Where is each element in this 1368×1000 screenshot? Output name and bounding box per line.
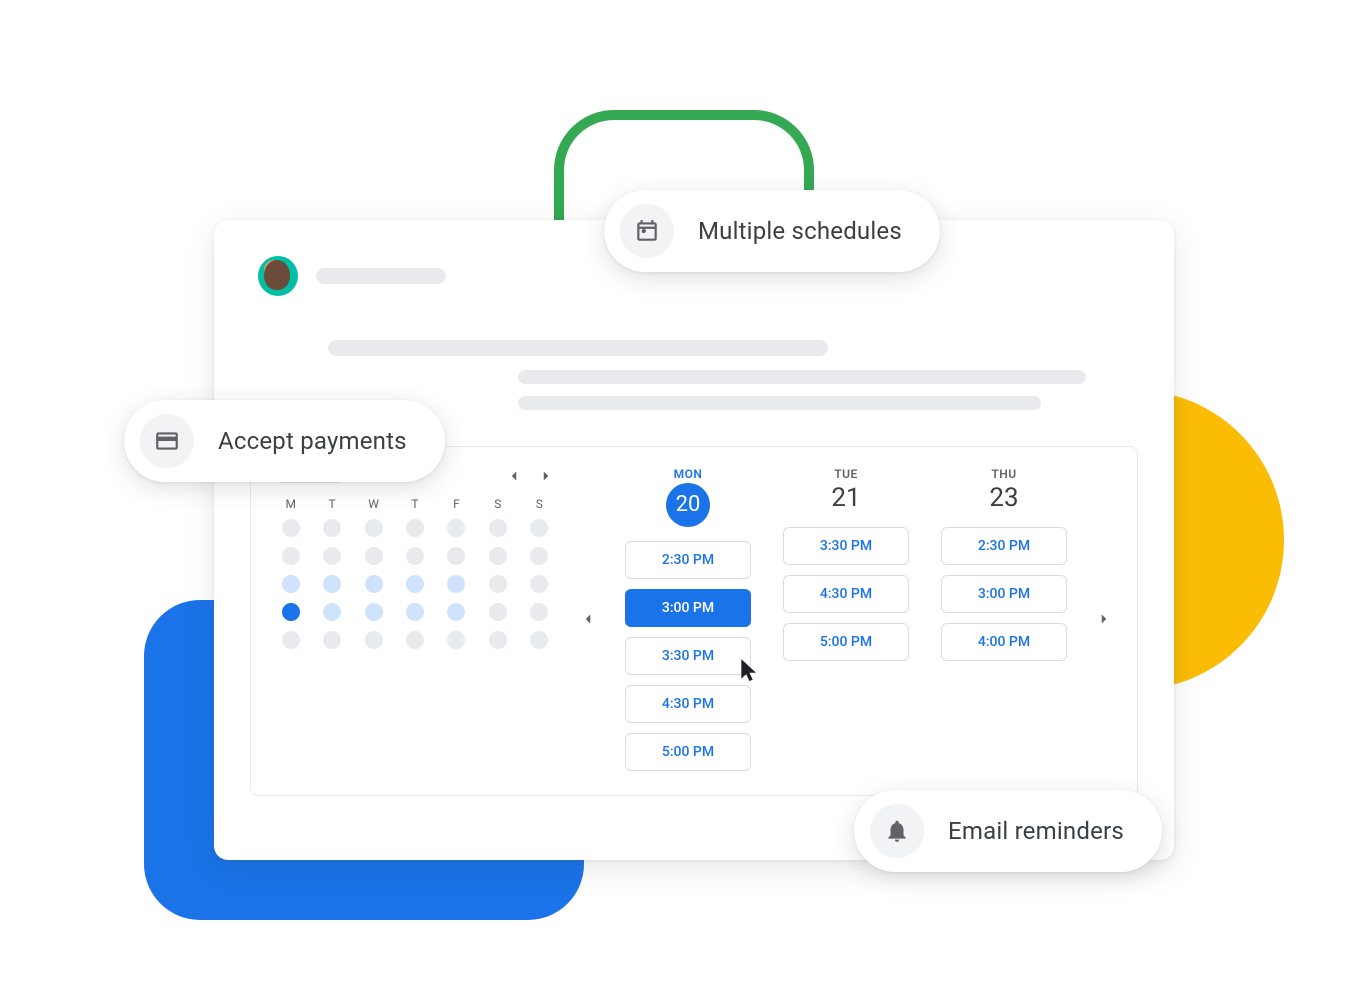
calendar-icon	[620, 204, 674, 258]
day-label: MON	[674, 467, 703, 481]
calendar-day[interactable]	[282, 575, 300, 593]
mini-calendar: MTWTFSS	[275, 467, 555, 771]
calendar-day[interactable]	[406, 519, 424, 537]
calendar-day[interactable]	[282, 631, 300, 649]
calendar-day[interactable]	[282, 519, 300, 537]
calendar-day[interactable]	[530, 603, 548, 621]
dow-label: S	[482, 497, 513, 511]
calendar-day[interactable]	[323, 575, 341, 593]
time-slot[interactable]: 5:00 PM	[783, 623, 909, 661]
calendar-day[interactable]	[323, 631, 341, 649]
calendar-day[interactable]	[323, 547, 341, 565]
appointment-booking-card: MTWTFSS MON202:30 PM3:00 PM3:30 PM4:30 P…	[214, 220, 1174, 860]
calendar-day[interactable]	[365, 603, 383, 621]
day-header[interactable]: MON 20	[666, 467, 710, 527]
time-slot[interactable]: 2:30 PM	[941, 527, 1067, 565]
feature-multiple-schedules[interactable]: Multiple schedules	[604, 190, 940, 272]
time-slot-columns: MON 20 2:30 PM 3:00 PM 3:30 PM 4:30 PM 5:00 PM…	[579, 467, 1113, 771]
calendar-day[interactable]	[323, 519, 341, 537]
day-number: 21	[831, 483, 860, 513]
calendar-day[interactable]	[447, 631, 465, 649]
day-number: 20	[666, 483, 710, 527]
day-column: THU 23 2:30 PM 3:00 PM 4:00 PM	[933, 467, 1075, 661]
calendar-day[interactable]	[365, 575, 383, 593]
day-column: MON 20 2:30 PM 3:00 PM 3:30 PM 4:30 PM 5:00 PM	[617, 467, 759, 771]
name-placeholder	[316, 268, 446, 284]
title-placeholder	[328, 340, 828, 356]
day-number: 23	[989, 483, 1018, 513]
day-header[interactable]: THU 23	[989, 467, 1018, 513]
calendar-day[interactable]	[447, 547, 465, 565]
next-days-icon[interactable]	[1095, 610, 1113, 628]
calendar-day[interactable]	[489, 575, 507, 593]
calendar-day[interactable]	[365, 547, 383, 565]
calendar-day[interactable]	[489, 631, 507, 649]
dow-label: S	[524, 497, 555, 511]
calendar-day[interactable]	[365, 631, 383, 649]
time-slot[interactable]: 4:30 PM	[625, 685, 751, 723]
calendar-day[interactable]	[489, 519, 507, 537]
feature-email-reminders[interactable]: Email reminders	[854, 790, 1162, 872]
calendar-grid	[275, 519, 555, 649]
time-slot[interactable]: 5:00 PM	[625, 733, 751, 771]
calendar-day[interactable]	[282, 603, 300, 621]
time-slot[interactable]: 3:00 PM	[625, 589, 751, 627]
credit-card-icon	[140, 414, 194, 468]
calendar-day[interactable]	[323, 603, 341, 621]
dow-label: F	[441, 497, 472, 511]
calendar-day[interactable]	[406, 575, 424, 593]
dow-label: W	[358, 497, 389, 511]
next-month-icon[interactable]	[537, 467, 555, 485]
dow-label: M	[275, 497, 306, 511]
calendar-day[interactable]	[530, 547, 548, 565]
calendar-day[interactable]	[282, 547, 300, 565]
avatar[interactable]	[258, 256, 298, 296]
feature-label: Email reminders	[948, 817, 1124, 845]
feature-label: Multiple schedules	[698, 217, 902, 245]
dow-label: T	[399, 497, 430, 511]
feature-label: Accept payments	[218, 427, 407, 455]
description-line	[518, 396, 1041, 410]
calendar-day[interactable]	[406, 603, 424, 621]
day-label: TUE	[834, 467, 858, 481]
dow-label: T	[316, 497, 347, 511]
time-slot[interactable]: 3:30 PM	[625, 637, 751, 675]
calendar-day[interactable]	[530, 631, 548, 649]
bell-icon	[870, 804, 924, 858]
day-label: THU	[991, 467, 1016, 481]
time-slot[interactable]: 4:00 PM	[941, 623, 1067, 661]
prev-days-icon[interactable]	[579, 610, 597, 628]
calendar-day[interactable]	[489, 547, 507, 565]
calendar-day[interactable]	[365, 519, 383, 537]
day-of-week-header: MTWTFSS	[275, 497, 555, 511]
calendar-day[interactable]	[530, 575, 548, 593]
calendar-day[interactable]	[489, 603, 507, 621]
calendar-day[interactable]	[447, 575, 465, 593]
prev-month-icon[interactable]	[505, 467, 523, 485]
availability-panel: MTWTFSS MON202:30 PM3:00 PM3:30 PM4:30 P…	[250, 446, 1138, 796]
time-slot[interactable]: 2:30 PM	[625, 541, 751, 579]
description-line	[518, 370, 1086, 384]
day-header[interactable]: TUE 21	[831, 467, 860, 513]
calendar-day[interactable]	[530, 519, 548, 537]
feature-accept-payments[interactable]: Accept payments	[124, 400, 445, 482]
calendar-day[interactable]	[447, 603, 465, 621]
calendar-day[interactable]	[406, 547, 424, 565]
calendar-day[interactable]	[406, 631, 424, 649]
time-slot[interactable]: 4:30 PM	[783, 575, 909, 613]
time-slot[interactable]: 3:00 PM	[941, 575, 1067, 613]
time-slot[interactable]: 3:30 PM	[783, 527, 909, 565]
day-column: TUE 21 3:30 PM 4:30 PM 5:00 PM	[775, 467, 917, 661]
calendar-day[interactable]	[447, 519, 465, 537]
